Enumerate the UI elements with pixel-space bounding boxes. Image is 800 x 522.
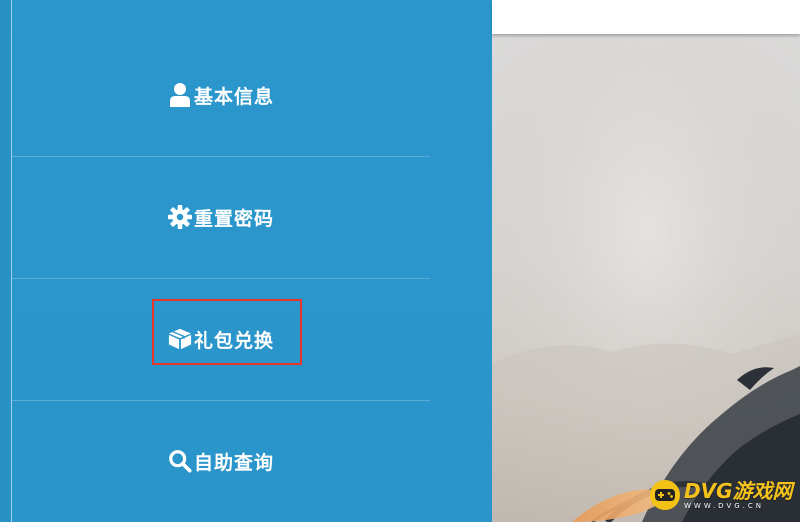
sidebar-edge — [0, 0, 12, 522]
menu-item-label: 重置密码 — [193, 207, 274, 230]
right-header-bar — [492, 0, 800, 34]
highlight-box — [152, 299, 302, 365]
gamepad-icon — [650, 480, 680, 510]
menu-item-reset-password[interactable]: 重置密码 — [12, 156, 430, 278]
sidebar: 基本信息 重置密码 礼包兑换 自助查询 — [0, 0, 492, 522]
menu-item-basic-info[interactable]: 基本信息 — [12, 34, 430, 156]
user-icon — [168, 83, 192, 107]
watermark: DVG游戏网 WWW.DVG.CN — [650, 478, 793, 512]
menu-item-label: 基本信息 — [193, 85, 274, 108]
watermark-title: DVG游戏网 — [684, 478, 793, 503]
watermark-subtitle: WWW.DVG.CN — [684, 501, 765, 510]
gear-icon — [167, 205, 192, 229]
search-icon — [168, 449, 192, 473]
background-artwork — [492, 34, 800, 522]
menu-item-self-query[interactable]: 自助查询 — [12, 400, 430, 522]
sidebar-top-strip — [0, 0, 492, 34]
menu-item-label: 自助查询 — [193, 451, 274, 474]
